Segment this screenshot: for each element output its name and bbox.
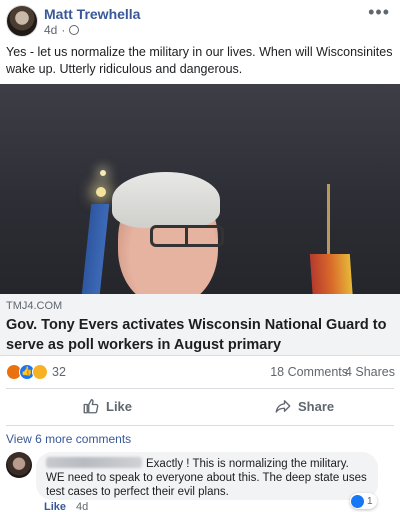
comment-time[interactable]: 4d [76,501,88,512]
comment-like-link[interactable]: Like [44,501,66,512]
person-hair [112,172,220,228]
flag-left [80,204,110,294]
post-actions: Like Share [0,391,400,423]
comment-bubble: Exactly ! This is normalizing the milita… [36,452,378,500]
reaction-count[interactable]: 32 [52,365,66,379]
comment-reaction-count: 1 [367,495,373,507]
comment-actions: Like 4d [44,501,88,512]
link-headline[interactable]: Gov. Tony Evers activates Wisconsin Nati… [6,315,396,355]
background-light [96,187,106,197]
wow-reaction-icon[interactable] [32,364,48,380]
share-button[interactable]: Share [274,391,334,421]
share-button-label: Share [298,398,335,414]
glasses [150,225,224,247]
link-preview-image[interactable]: i [0,84,400,294]
like-button[interactable]: Like [82,391,132,421]
globe-icon [69,25,80,35]
post-time[interactable]: 4d [44,23,57,37]
comments-count[interactable]: 18 Comments [270,365,348,379]
divider [6,425,394,426]
view-more-comments-link[interactable]: View 6 more comments [6,432,131,446]
thumbs-up-icon [83,399,99,414]
share-arrow-icon [275,400,291,413]
commenter-name-redacted[interactable] [46,457,142,468]
post-header: Matt Trewhella 4d · ••• [0,0,400,40]
flag-pole [327,184,330,264]
commenter-avatar[interactable] [6,452,32,478]
like-button-label: Like [106,398,133,414]
like-reaction-icon [351,494,364,508]
post-meta: 4d · [44,23,80,37]
separator: · [61,23,66,37]
shares-count[interactable]: 4 Shares [345,365,395,379]
post-text: Yes - let us normalize the military in o… [6,45,393,76]
link-domain: TMJ4.COM [6,300,63,312]
link-preview-caption[interactable]: TMJ4.COM Gov. Tony Evers activates Wisco… [0,294,400,356]
post-stats: 👍 32 18 Comments 4 Shares [0,362,400,384]
background-light [100,170,106,176]
author-name[interactable]: Matt Trewhella [44,6,140,22]
more-options-icon[interactable]: ••• [368,2,390,23]
comment-reactions[interactable]: 1 [350,493,377,509]
flag-right [309,254,359,294]
divider [6,388,394,389]
author-avatar[interactable] [6,5,38,37]
